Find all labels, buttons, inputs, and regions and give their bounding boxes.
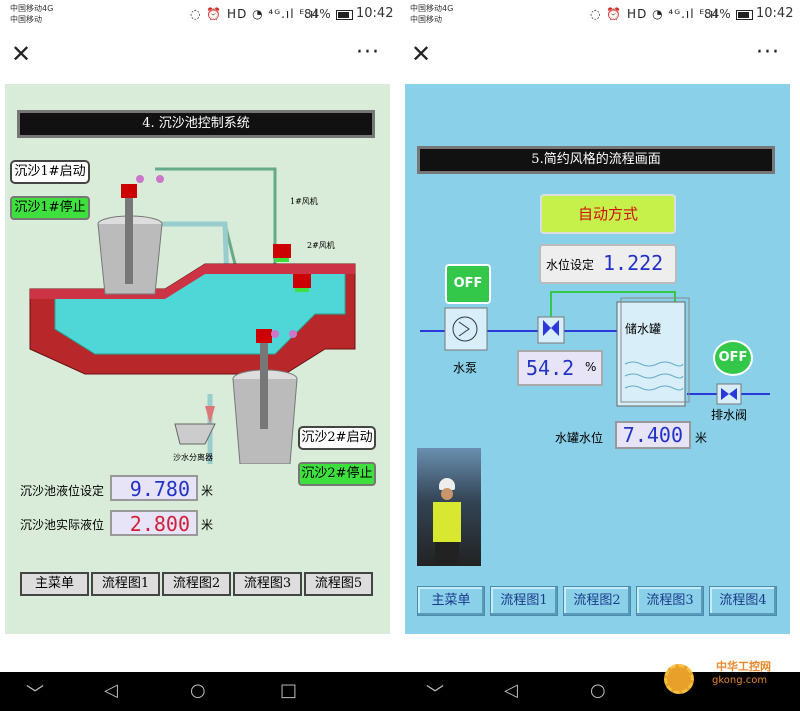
close-icon[interactable]: ✕ [11,42,31,66]
clock: 10:42 [356,6,394,21]
battery-percent: 84% [704,7,731,21]
level-actual-unit: 米 [201,518,214,532]
battery-icon [736,10,753,20]
valve-opening-unit: % [585,360,597,374]
home-icon[interactable]: ○ [190,680,206,701]
left-phone-screenshot: 中国移动4G 中国移动 ◌ ⏰ HD ◔ ⁴ᴳ.ıl ᴱ.ıl 84% 10:4… [0,0,400,711]
nav-flow5[interactable]: 流程图5 [304,572,373,596]
back-icon[interactable]: ◁ [104,680,118,701]
valve-off-button[interactable]: OFF [713,340,753,376]
hmi-screen: 4. 沉沙池控制系统 沉沙1#启动 沉沙1#停止 1#风机 2#风机 沙水分离器… [5,84,390,634]
valve-label: 排水阀 [711,408,748,422]
nav-flow3[interactable]: 流程图3 [636,586,704,616]
nav-main-menu[interactable]: 主菜单 [417,586,485,616]
clock: 10:42 [756,6,794,21]
app-topbar: ✕ ··· [0,32,400,82]
level-set-box: 水位设定 1.222 [539,244,677,284]
battery-icon [336,10,353,20]
page-title: 5.简约风格的流程画面 [417,146,775,174]
more-icon[interactable]: ··· [356,40,380,65]
level-set-label: 沉沙池液位设定 [20,484,105,498]
separator-label: 沙水分离器 [173,453,213,462]
more-icon[interactable]: ··· [756,40,780,65]
carrier-label-2: 中国移动 [410,15,442,24]
tank-label: 储水罐 [625,322,662,336]
recent-apps-icon[interactable]: □ [280,680,297,701]
auto-mode-button[interactable]: 自动方式 [540,194,676,234]
right-phone-screenshot: 中国移动4G 中国移动 ◌ ⏰ HD ◔ ⁴ᴳ.ıl ᴱ.ıl 84% 10:4… [400,0,800,711]
nav-flow1[interactable]: 流程图1 [91,572,160,596]
nav-flow3[interactable]: 流程图3 [233,572,302,596]
fan2-label: 2#风机 [307,241,335,250]
watermark-text: 中华工控网 [716,660,771,673]
carrier-label: 中国移动4G [410,4,454,13]
app-topbar: ✕ ··· [400,32,800,82]
stop-sand2-button[interactable]: 沉沙2#停止 [298,462,376,486]
tank-level-label: 水罐水位 [555,431,604,445]
gear-logo-icon [664,664,694,694]
nav-collapse-icon-2[interactable]: ﹀ [426,680,444,706]
battery-percent: 84% [304,7,331,21]
level-set-label: 水位设定 [546,258,595,272]
nav-main-menu[interactable]: 主菜单 [20,572,89,596]
worker-photo [417,448,481,566]
nav-collapse-icon[interactable]: ﹀ [26,680,44,706]
nav-flow2[interactable]: 流程图2 [162,572,231,596]
pump-label: 水泵 [453,361,478,375]
status-bar: 中国移动4G 中国移动 ◌ ⏰ HD ◔ ⁴ᴳ.ıl ᴱ.ıl 84% 10:4… [400,0,800,32]
back-icon-2[interactable]: ◁ [504,680,518,701]
fan1-label: 1#风机 [290,197,318,206]
level-set-unit: 米 [201,484,214,498]
level-set-value[interactable]: 1.222 [603,251,663,275]
level-set-value[interactable]: 9.780 [110,475,198,501]
tank-level-value: 7.400 [615,421,691,449]
status-icons: ◌ ⏰ HD ◔ ⁴ᴳ.ıl ᴱ.ıl [590,7,719,21]
nav-flow1[interactable]: 流程图1 [490,586,558,616]
level-actual-value: 2.800 [110,510,198,536]
watermark-url: gkong.com [712,675,768,686]
status-icons: ◌ ⏰ HD ◔ ⁴ᴳ.ıl ᴱ.ıl [190,7,319,21]
tank-level-unit: 米 [695,431,708,445]
page-title: 4. 沉沙池控制系统 [17,110,375,138]
start-sand2-button[interactable]: 沉沙2#启动 [298,426,376,450]
sand-tank-diagram [29,167,356,464]
status-bar: 中国移动4G 中国移动 ◌ ⏰ HD ◔ ⁴ᴳ.ıl ᴱ.ıl 84% 10:4… [0,0,400,32]
home-icon-2[interactable]: ○ [590,680,606,701]
valve-opening-value: 54.2 [526,356,575,380]
level-actual-label: 沉沙池实际液位 [20,518,105,532]
pump-off-button[interactable]: OFF [445,264,491,304]
carrier-label: 中国移动4G [10,4,54,13]
nav-flow2[interactable]: 流程图2 [563,586,631,616]
valve-opening-box: 54.2 % [517,350,603,386]
nav-flow4[interactable]: 流程图4 [709,586,777,616]
close-icon[interactable]: ✕ [411,42,431,66]
hmi-screen: 5.简约风格的流程画面 自动方式 水位设定 1.222 OFF OFF 水泵 储… [405,84,790,634]
carrier-label-2: 中国移动 [10,15,42,24]
